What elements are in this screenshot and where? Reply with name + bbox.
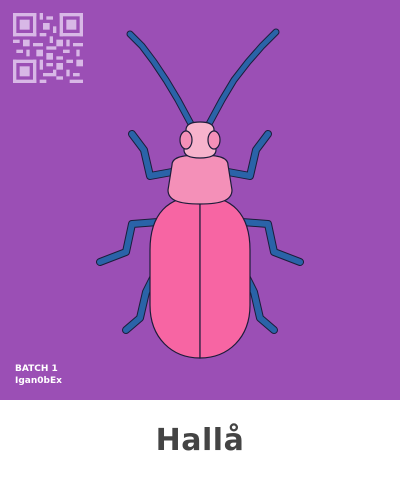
head <box>179 121 221 159</box>
batch-label: BATCH 1 <box>15 364 58 374</box>
beetle-card: BATCH 1 Igan0bEx Hallå <box>0 0 400 480</box>
batch-info: BATCH 1 Igan0bEx <box>15 363 62 387</box>
thorax <box>167 154 233 205</box>
beetle-artwork: BATCH 1 Igan0bEx <box>0 0 400 400</box>
card-footer: Hallå <box>0 400 400 480</box>
beetle-name: Hallå <box>155 422 245 458</box>
qr-code-icon <box>13 13 83 83</box>
elytra <box>149 195 251 359</box>
batch-code: Igan0bEx <box>15 376 62 386</box>
